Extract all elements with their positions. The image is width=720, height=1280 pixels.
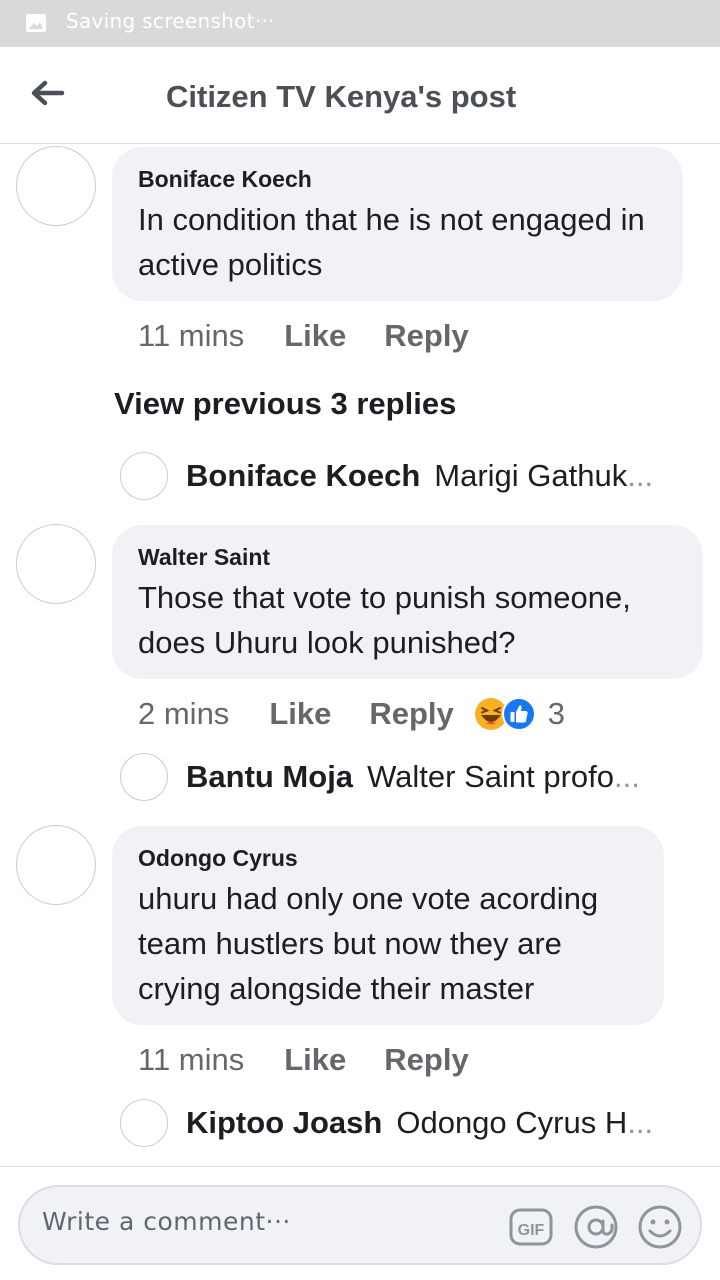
at-mention-icon[interactable]	[573, 1204, 619, 1250]
comment-bubble[interactable]: Walter Saint Those that vote to punish s…	[112, 525, 703, 679]
comment-bubble[interactable]: Boniface Koech In condition that he is n…	[112, 147, 683, 301]
comment-timestamp: 11 mins	[138, 1042, 245, 1077]
status-bar: Saving screenshot···	[0, 0, 720, 47]
view-previous-replies-link[interactable]: View previous 3 replies	[114, 386, 456, 422]
svg-text:GIF: GIF	[518, 1222, 545, 1239]
comment-actions: 2 mins Like Reply 3	[138, 694, 565, 734]
avatar[interactable]	[16, 825, 96, 905]
reaction-count: 3	[547, 696, 566, 731]
reply-ellipsis: ...	[627, 1105, 654, 1140]
comment-text: uhuru had only one vote acording team hu…	[138, 881, 599, 1006]
reaction-summary[interactable]: 3	[474, 696, 565, 732]
comment-input[interactable]: Write a comment··· GIF	[18, 1185, 702, 1265]
reply-author: Kiptoo Joash	[186, 1105, 383, 1140]
reply-author: Bantu Moja	[186, 759, 354, 794]
back-arrow-icon[interactable]	[26, 71, 70, 115]
comment-author[interactable]: Walter Saint	[138, 543, 677, 571]
avatar[interactable]	[16, 146, 96, 226]
gif-icon[interactable]: GIF	[508, 1204, 554, 1250]
comment-timestamp: 2 mins	[138, 696, 230, 731]
comment-text: In condition that he is not engaged in a…	[138, 202, 645, 282]
reply-ellipsis: ...	[627, 458, 654, 493]
comment-bubble[interactable]: Odongo Cyrus uhuru had only one vote aco…	[112, 826, 664, 1025]
status-text: Saving screenshot···	[66, 9, 275, 33]
post-header: Citizen TV Kenya's post	[0, 47, 720, 144]
reply-text: Odongo Cyrus H	[396, 1105, 628, 1140]
reply-text: Walter Saint profo	[367, 759, 615, 794]
comment-text: Those that vote to punish someone, does …	[138, 580, 631, 660]
like-button[interactable]: Like	[269, 696, 331, 732]
comment-author[interactable]: Odongo Cyrus	[138, 844, 638, 872]
reply-author: Boniface Koech	[186, 458, 421, 493]
comment-timestamp: 11 mins	[138, 318, 245, 353]
reply-button[interactable]: Reply	[369, 696, 453, 732]
reply-preview[interactable]: Kiptoo Joash Odongo Cyrus H...	[120, 1099, 690, 1147]
comment-composer-bar: Write a comment··· GIF	[0, 1166, 720, 1280]
like-button[interactable]: Like	[284, 1042, 346, 1078]
emoji-icon[interactable]	[637, 1204, 683, 1250]
reply-button[interactable]: Reply	[384, 1042, 468, 1078]
avatar[interactable]	[16, 524, 96, 604]
comment-input-placeholder: Write a comment···	[42, 1207, 291, 1236]
like-button[interactable]: Like	[284, 318, 346, 354]
reply-preview[interactable]: Bantu Moja Walter Saint profo...	[120, 753, 690, 801]
reply-ellipsis: ...	[614, 759, 640, 794]
reply-button[interactable]: Reply	[384, 318, 468, 354]
page-title: Citizen TV Kenya's post	[166, 79, 517, 114]
like-icon	[501, 697, 536, 731]
image-icon	[26, 14, 46, 32]
comment-actions: 11 mins Like Reply	[138, 316, 469, 356]
reply-preview[interactable]: Boniface Koech Marigi Gathuk...	[120, 452, 690, 500]
reply-text: Marigi Gathuk	[434, 458, 628, 493]
comment-actions: 11 mins Like Reply	[138, 1040, 469, 1080]
comment-author[interactable]: Boniface Koech	[138, 165, 657, 193]
